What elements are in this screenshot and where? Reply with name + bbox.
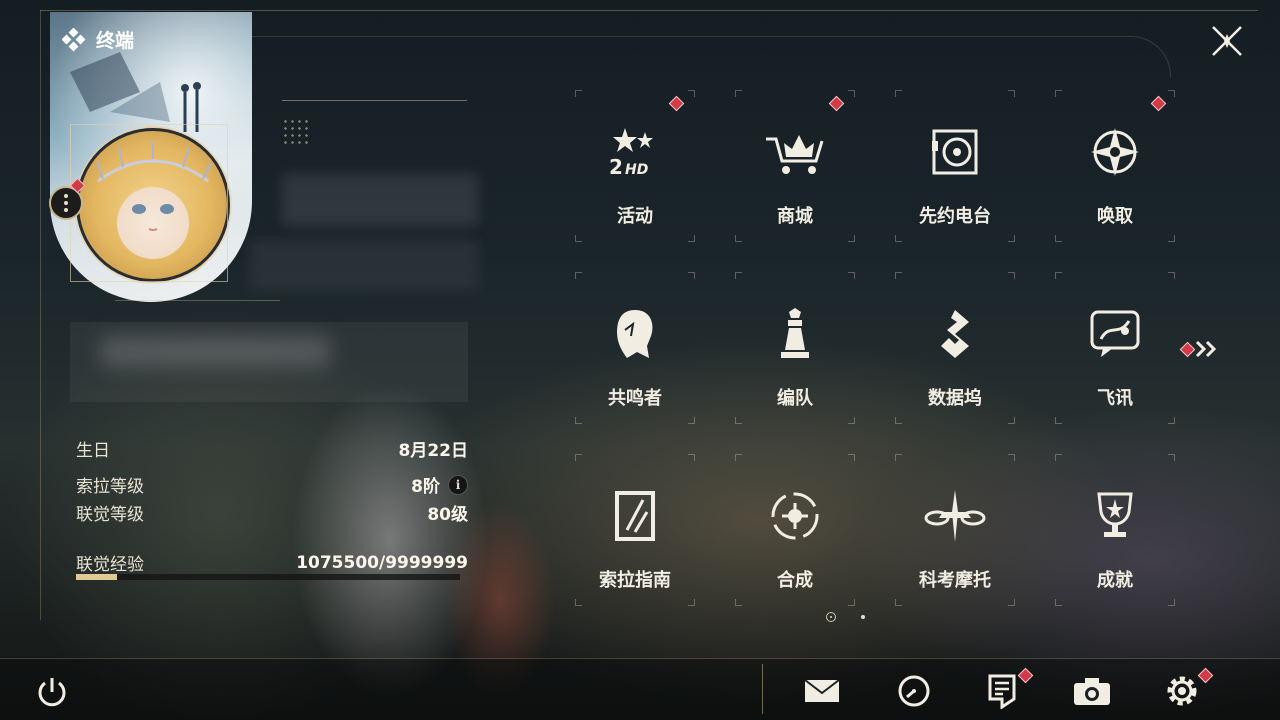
motorbike-icon (924, 490, 986, 542)
chevron-right-icon (1195, 340, 1217, 358)
shop-icon (766, 135, 824, 174)
frame-line-top (40, 10, 1258, 11)
menu-item-guidebook[interactable]: 索拉指南 (575, 454, 695, 606)
menu-label: 索拉指南 (599, 570, 671, 591)
camera-icon (1074, 678, 1110, 705)
terminal-icon (62, 27, 86, 51)
sola-level-value: 8阶 i (411, 472, 468, 497)
union-exp-label: 联觉经验 (76, 555, 144, 575)
page-dot[interactable] (861, 615, 865, 619)
player-name-blurred (282, 174, 478, 226)
svg-text:HD: HD (625, 162, 648, 178)
sola-level-text: 8阶 (411, 477, 440, 497)
avatar-frame (70, 124, 228, 282)
menu-label: 科考摩托 (919, 570, 991, 591)
message-icon (1090, 310, 1140, 357)
convene-icon (1091, 128, 1139, 176)
synthesis-icon (771, 492, 819, 540)
menu-item-event[interactable]: 2 HD 活动 (575, 90, 695, 242)
birthday-row: 生日 8月22日 (76, 436, 468, 461)
info-icon[interactable]: i (448, 474, 468, 495)
mail-button[interactable] (802, 672, 842, 710)
birthday-value: 8月22日 (398, 441, 469, 461)
page-dot-active[interactable] (826, 612, 836, 622)
menu-item-message[interactable]: 飞讯 (1055, 272, 1175, 424)
frame-line-inner (250, 36, 1171, 77)
history-button[interactable] (894, 672, 934, 710)
signature-field[interactable] (70, 322, 468, 402)
notification-badge (828, 95, 845, 112)
menu-label: 共鸣者 (608, 388, 662, 409)
page-indicator[interactable] (826, 612, 870, 624)
notification-badge (1179, 341, 1196, 357)
close-button[interactable] (1198, 12, 1256, 70)
menu-item-motorbike[interactable]: 科考摩托 (895, 454, 1015, 606)
page-title: 终端 (62, 26, 134, 53)
union-level-label: 联觉等级 (76, 505, 144, 525)
menu-item-resonator[interactable]: 共鸣者 (575, 272, 695, 424)
menu-label: 唤取 (1097, 206, 1133, 227)
notice-button[interactable] (982, 667, 1034, 710)
notification-badge (1150, 95, 1167, 112)
union-exp-value: 1075500/9999999 (296, 552, 468, 573)
divider (762, 664, 763, 714)
menu-item-shop[interactable]: 商城 (735, 90, 855, 242)
notification-badge (668, 95, 685, 112)
menu-label: 先约电台 (919, 206, 991, 227)
menu-item-achievement[interactable]: 成就 (1055, 454, 1175, 606)
camera-button[interactable] (1072, 672, 1112, 710)
menu-label: 活动 (617, 206, 653, 227)
menu-label: 商城 (777, 206, 813, 227)
close-icon (1212, 26, 1242, 56)
menu-label: 飞讯 (1097, 388, 1133, 409)
player-id-blurred (250, 240, 478, 290)
divider (282, 100, 467, 101)
exp-progress-fill (76, 574, 117, 580)
event-icon: 2 HD (609, 128, 653, 178)
union-exp-row: 联觉经验 1075500/9999999 (76, 550, 468, 576)
birthday-label: 生日 (76, 441, 110, 461)
frame-line-left (40, 10, 41, 620)
exp-progress-track (76, 574, 460, 580)
clock-icon (898, 675, 930, 707)
settings-button[interactable] (1162, 667, 1214, 710)
menu-label: 成就 (1097, 570, 1133, 591)
resonator-icon (617, 310, 653, 358)
menu-label: 数据坞 (928, 388, 982, 409)
sola-level-row: 索拉等级 8阶 i (76, 472, 468, 497)
next-page-button[interactable] (1179, 340, 1221, 358)
svg-text:2: 2 (609, 155, 623, 178)
divider (0, 658, 1280, 659)
menu-item-team[interactable]: 编队 (735, 272, 855, 424)
power-button[interactable] (32, 672, 72, 712)
decorative-dot-grid (282, 118, 310, 146)
notice-icon (988, 674, 1016, 709)
union-level-value: 80级 (427, 505, 468, 525)
data-bank-icon (941, 310, 969, 358)
page-title-text: 终端 (96, 30, 135, 52)
achievement-icon (1097, 492, 1133, 537)
menu-item-data-bank[interactable]: 数据坞 (895, 272, 1015, 424)
mail-icon (804, 679, 840, 702)
sola-level-label: 索拉等级 (76, 477, 144, 497)
menu-item-radio[interactable]: 先约电台 (895, 90, 1015, 242)
menu-label: 编队 (777, 388, 813, 409)
team-icon (781, 308, 809, 358)
radio-icon (932, 129, 978, 175)
union-level-row: 联觉等级 80级 (76, 500, 468, 525)
menu-label: 合成 (777, 570, 813, 591)
menu-item-synthesis[interactable]: 合成 (735, 454, 855, 606)
guidebook-icon (615, 491, 655, 541)
menu-item-convene[interactable]: 唤取 (1055, 90, 1175, 242)
power-icon (38, 678, 66, 707)
settings-icon (1167, 676, 1197, 706)
divider (115, 300, 280, 301)
